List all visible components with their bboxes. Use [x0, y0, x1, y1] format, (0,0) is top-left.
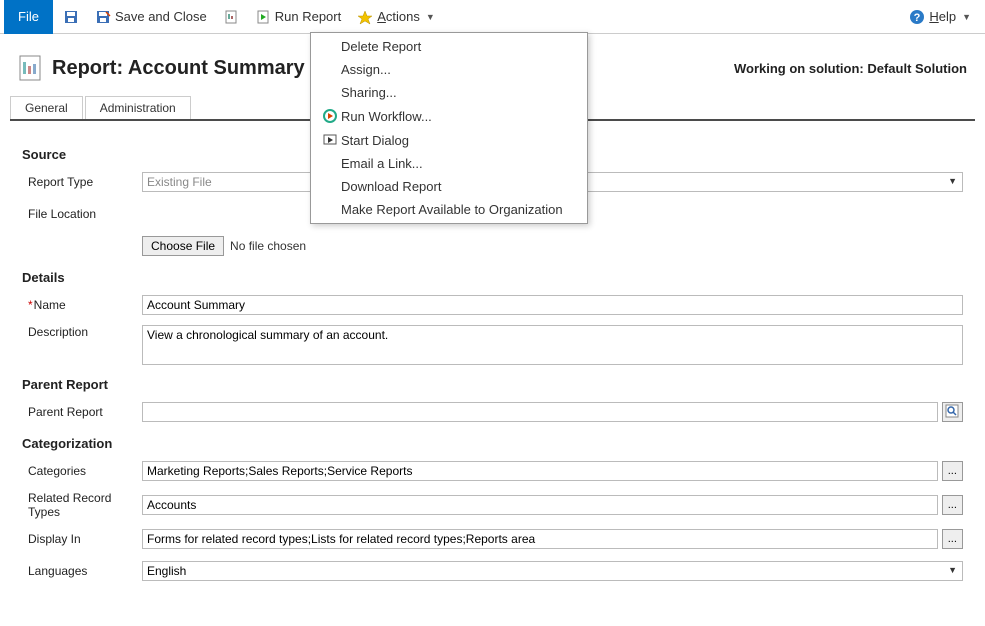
label-languages: Languages: [22, 564, 142, 578]
tab-administration[interactable]: Administration: [85, 96, 191, 119]
related-record-types-input[interactable]: [142, 495, 938, 515]
actions-dropdown-menu: Delete Report Assign... Sharing... Run W…: [310, 32, 588, 224]
label-name: Name: [22, 298, 142, 312]
menu-item-assign[interactable]: Assign...: [311, 58, 587, 81]
file-menu-button[interactable]: File: [4, 0, 53, 34]
name-input[interactable]: [142, 295, 963, 315]
help-button[interactable]: ? Help ▼: [903, 6, 977, 28]
actions-menu-button[interactable]: Actions ▼: [351, 6, 441, 28]
actions-icon: [357, 9, 373, 25]
menu-item-run-workflow[interactable]: Run Workflow...: [311, 104, 587, 128]
toolbar: File Save and Close Run Report Actions ▼: [0, 0, 985, 34]
menu-item-download-report[interactable]: Download Report: [311, 175, 587, 198]
description-textarea[interactable]: View a chronological summary of an accou…: [142, 325, 963, 365]
save-close-icon: [95, 9, 111, 25]
help-icon: ?: [909, 9, 925, 25]
menu-item-make-available-org[interactable]: Make Report Available to Organization: [311, 198, 587, 221]
label-report-type: Report Type: [22, 175, 142, 189]
save-and-close-label: Save and Close: [115, 9, 207, 24]
no-file-chosen-label: No file chosen: [230, 239, 306, 253]
solution-context-label: Working on solution: Default Solution: [734, 61, 967, 76]
menu-item-sharing[interactable]: Sharing...: [311, 81, 587, 104]
section-parent-report: Parent Report: [22, 377, 963, 392]
languages-select[interactable]: English: [142, 561, 963, 581]
label-file-location: File Location: [22, 207, 142, 221]
menu-item-delete-report[interactable]: Delete Report: [311, 35, 587, 58]
run-report-button[interactable]: Run Report: [249, 6, 347, 28]
toolbar-report-button[interactable]: [217, 6, 245, 28]
help-label: Help: [929, 9, 956, 24]
label-description: Description: [22, 325, 142, 339]
menu-item-email-link[interactable]: Email a Link...: [311, 152, 587, 175]
save-icon: [63, 9, 79, 25]
label-display-in: Display In: [22, 532, 142, 546]
run-report-icon: [255, 9, 271, 25]
tab-general[interactable]: General: [10, 96, 83, 119]
section-categorization: Categorization: [22, 436, 963, 451]
choose-file-button[interactable]: Choose File: [142, 236, 224, 256]
menu-item-start-dialog[interactable]: Start Dialog: [311, 128, 587, 152]
workflow-icon: [319, 108, 341, 124]
section-details: Details: [22, 270, 963, 285]
display-in-input[interactable]: [142, 529, 938, 549]
label-parent-report: Parent Report: [22, 405, 142, 419]
page-title: Report: Account Summary: [52, 57, 305, 80]
display-in-picker-button[interactable]: ...: [942, 529, 963, 549]
dialog-icon: [319, 132, 341, 148]
svg-text:?: ?: [914, 12, 921, 24]
parent-report-lookup-button[interactable]: [942, 402, 963, 422]
related-record-types-picker-button[interactable]: ...: [942, 495, 963, 515]
chevron-down-icon: ▼: [962, 12, 971, 22]
save-and-close-button[interactable]: Save and Close: [89, 6, 213, 28]
actions-label: Actions: [377, 9, 420, 24]
report-entity-icon: [18, 54, 42, 82]
categories-picker-button[interactable]: ...: [942, 461, 963, 481]
run-report-label: Run Report: [275, 9, 341, 24]
label-related-record-types: Related Record Types: [22, 491, 142, 519]
parent-report-input[interactable]: [142, 402, 938, 422]
lookup-icon: [945, 404, 959, 421]
categories-input[interactable]: [142, 461, 938, 481]
label-categories: Categories: [22, 464, 142, 478]
chevron-down-icon: ▼: [426, 12, 435, 22]
report-icon: [223, 9, 239, 25]
save-button[interactable]: [57, 6, 85, 28]
